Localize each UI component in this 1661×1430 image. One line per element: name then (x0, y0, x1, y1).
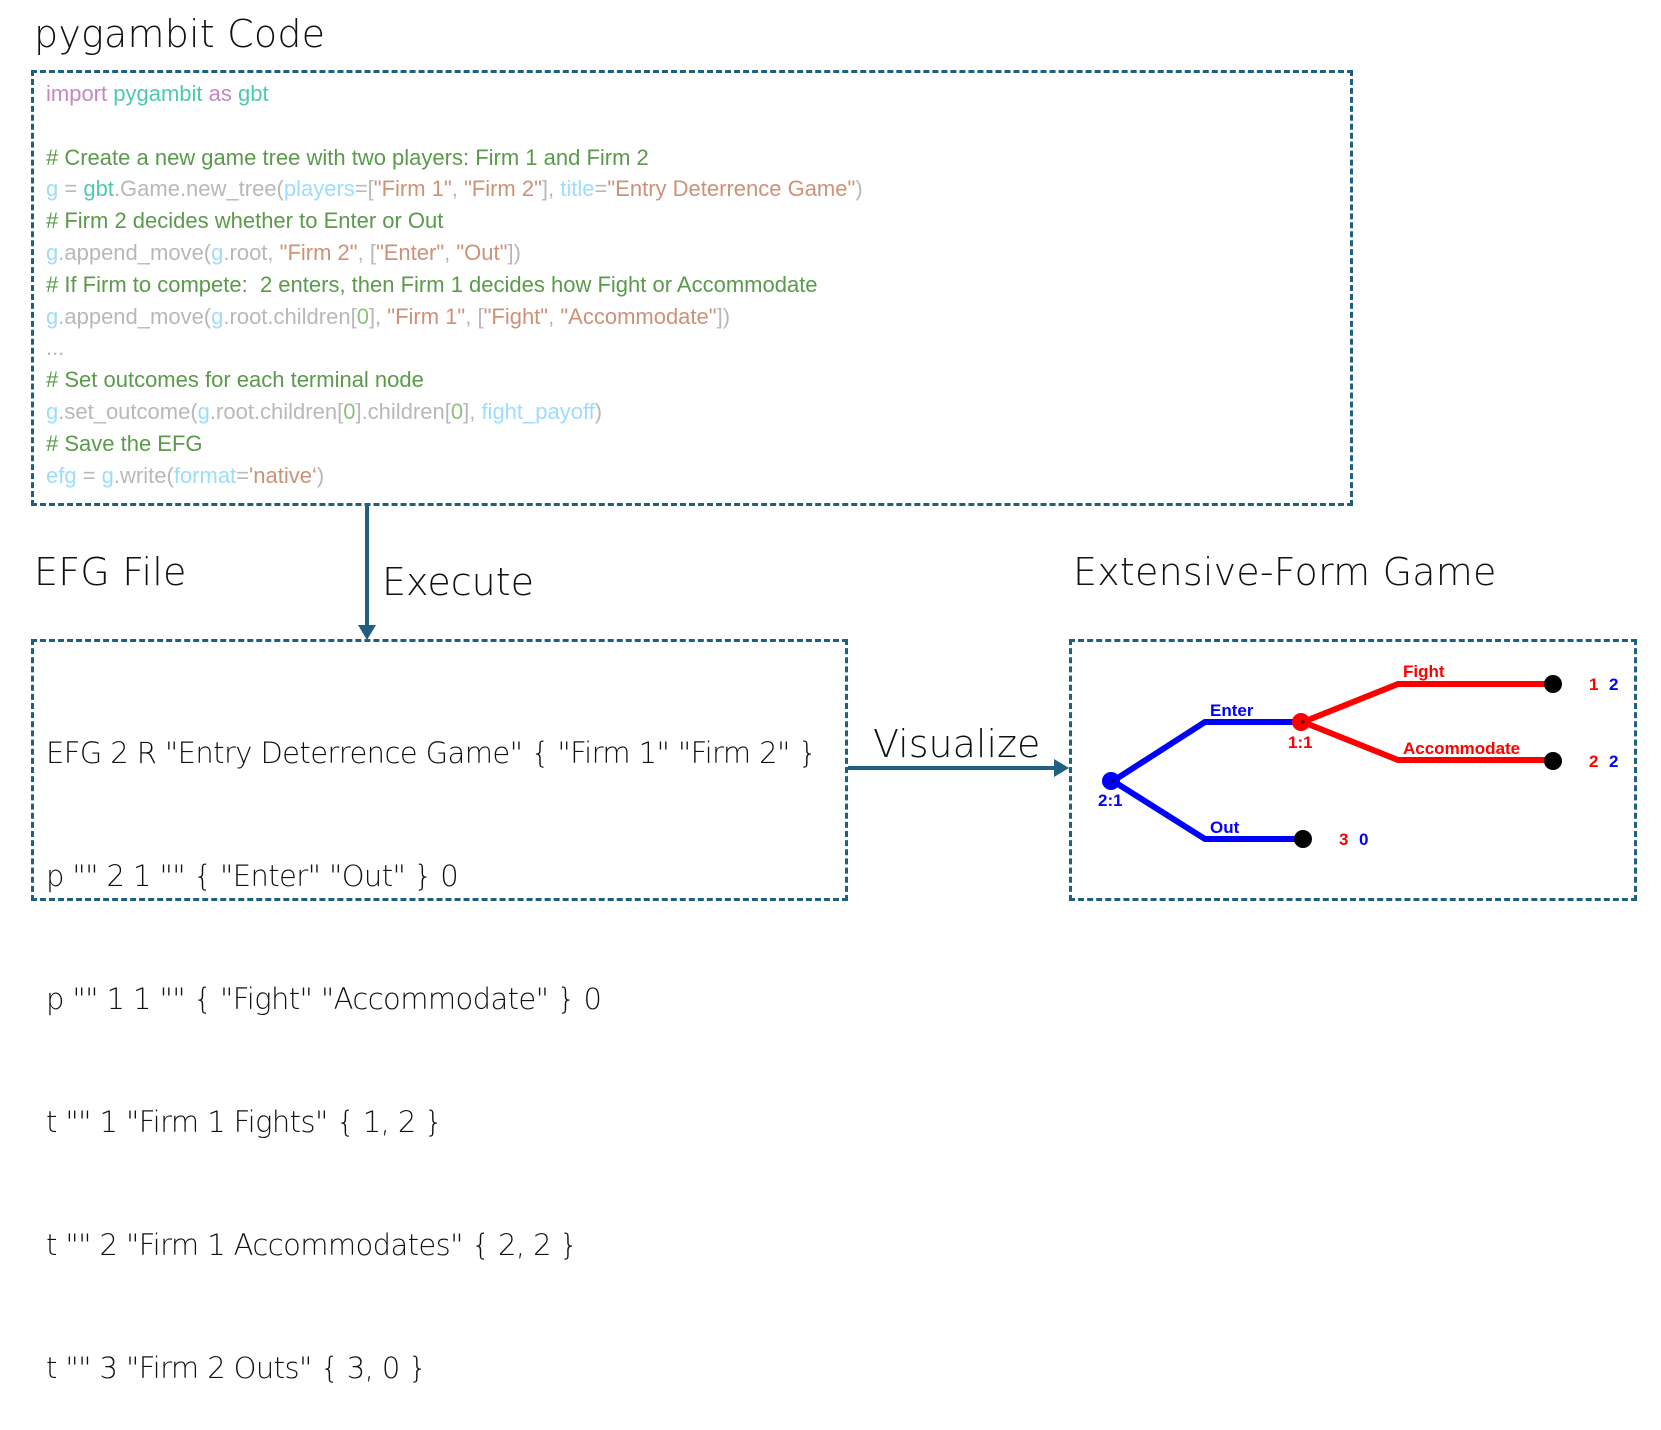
payoff-out-p2: 0 (1359, 830, 1368, 849)
payoff-accommodate-p1: 2 (1589, 752, 1598, 771)
branch-enter (1111, 719, 1303, 784)
firm1-decision-node (1292, 713, 1310, 731)
game-tree: 2:1 1:1 Enter Out Fight Accommodate 1 2 … (1098, 662, 1618, 849)
payoff-accommodate-p2: 2 (1609, 752, 1618, 771)
execute-arrow (358, 506, 376, 640)
action-fight-label: Fight (1403, 662, 1445, 681)
firm1-node-label: 1:1 (1288, 733, 1313, 752)
branch-fight (1301, 681, 1555, 725)
efg-line: p "" 1 1 "" { "Fight" "Accommodate" } 0 (46, 982, 602, 1016)
root-node-label: 2:1 (1098, 791, 1123, 810)
branch-out (1111, 778, 1303, 842)
visualize-arrow (848, 759, 1069, 777)
root-node (1102, 772, 1120, 790)
terminal-node-accommodate (1544, 752, 1562, 770)
efg-line: t "" 2 "Firm 1 Accommodates" { 2, 2 } (46, 1228, 578, 1262)
arrow-head-down-icon (358, 625, 376, 640)
terminal-node-fight (1544, 675, 1562, 693)
terminal-node-out (1294, 830, 1312, 848)
diagram-overlay: 2:1 1:1 Enter Out Fight Accommodate 1 2 … (358, 506, 1618, 849)
payoff-fight-p1: 1 (1589, 675, 1598, 694)
action-enter-label: Enter (1210, 701, 1254, 720)
efg-line: t "" 1 "Firm 1 Fights" { 1, 2 } (46, 1105, 443, 1139)
action-accommodate-label: Accommodate (1403, 739, 1520, 758)
payoff-out-p1: 3 (1339, 830, 1348, 849)
efg-line: t "" 3 "Firm 2 Outs" { 3, 0 } (46, 1351, 427, 1385)
arrow-head-right-icon (1054, 759, 1069, 777)
action-out-label: Out (1210, 818, 1240, 837)
payoff-fight-p2: 2 (1609, 675, 1618, 694)
